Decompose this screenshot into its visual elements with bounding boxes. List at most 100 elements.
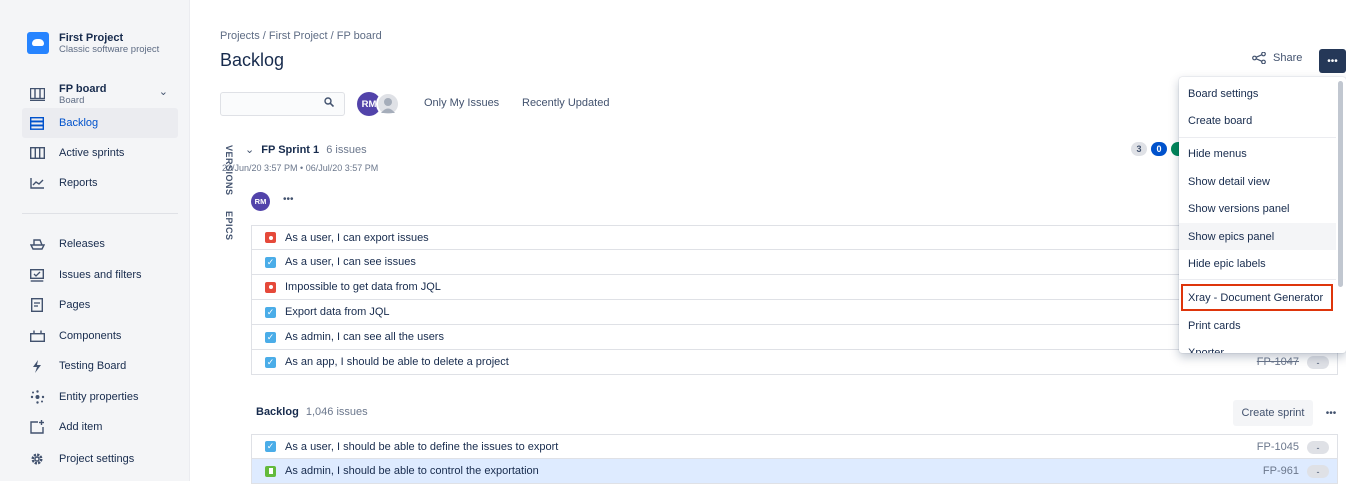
menu-item-xray-document-generator[interactable]: Xray - Document Generator — [1181, 284, 1333, 311]
sidebar-item-entity-properties[interactable]: Entity properties — [22, 382, 178, 412]
sidebar-item-label: Backlog — [59, 117, 99, 129]
menu-item-board-settings[interactable]: Board settings — [1179, 80, 1336, 107]
epics-panel-tab[interactable]: EPICS — [224, 211, 234, 241]
issue-key[interactable]: FP-1045 — [1257, 441, 1299, 453]
backlog-issue-list: ✓ As a user, I should be able to define … — [251, 434, 1338, 484]
menu-item-hide-menus[interactable]: Hide menus — [1179, 140, 1336, 167]
issue-summary: Impossible to get data from JQL — [285, 281, 441, 293]
menu-item-create-board[interactable]: Create board — [1179, 107, 1336, 134]
sidebar-item-testing-board[interactable]: Testing Board — [22, 351, 178, 381]
sidebar-item-label: Add item — [59, 421, 103, 433]
sidebar-item-issues-filters[interactable]: Issues and filters — [22, 260, 178, 290]
bug-icon — [265, 232, 276, 243]
share-button[interactable]: Share — [1252, 52, 1302, 64]
create-sprint-button[interactable]: Create sprint — [1233, 400, 1313, 426]
sidebar-item-label: Project settings — [59, 453, 135, 465]
network-icon — [29, 389, 45, 405]
sidebar-item-label: Releases — [59, 238, 105, 250]
sidebar-item-label: Pages — [59, 299, 91, 311]
sidebar-divider — [22, 213, 178, 214]
sidebar-item-backlog[interactable]: Backlog — [22, 108, 178, 138]
status-badge: 3 — [1131, 142, 1147, 156]
task-icon: ✓ — [265, 256, 276, 268]
sidebar-item-label: Components — [59, 330, 122, 342]
table-row[interactable]: ✓ Export data from JQL — [251, 300, 1338, 325]
add-item-icon — [29, 419, 45, 435]
search-icon — [324, 97, 335, 110]
project-avatar-icon — [27, 32, 49, 54]
table-row[interactable]: ✓ As a user, I can see issues — [251, 250, 1338, 275]
menu-item-xporter[interactable]: Xporter — [1179, 339, 1336, 354]
breadcrumb[interactable]: Projects / First Project / FP board — [220, 30, 382, 42]
sidebar-item-reports[interactable]: Reports — [22, 168, 178, 198]
menu-item-show-versions-panel[interactable]: Show versions panel — [1179, 195, 1336, 222]
unassigned-avatar-icon[interactable] — [376, 92, 400, 116]
backlog-header: Backlog 1,046 issues — [256, 406, 368, 418]
project-name: First Project — [59, 32, 124, 44]
sidebar-item-project-settings[interactable]: Project settings — [22, 444, 178, 474]
chart-icon — [29, 175, 45, 191]
estimate-badge: - — [1307, 356, 1329, 369]
sidebar-item-components[interactable]: Components — [22, 321, 178, 351]
backlog-name: Backlog — [256, 406, 299, 418]
issue-key[interactable]: FP-1047 — [1257, 356, 1299, 368]
ship-icon — [29, 236, 45, 252]
menu-divider — [1179, 279, 1336, 280]
menu-divider — [1179, 137, 1336, 138]
task-icon: ✓ — [265, 356, 276, 368]
sidebar-item-active-sprints[interactable]: Active sprints — [22, 138, 178, 168]
table-row[interactable]: As a user, I can export issues — [251, 225, 1338, 250]
bug-icon — [265, 281, 276, 293]
project-header[interactable]: First Project Classic software project — [27, 32, 159, 55]
table-row[interactable]: ✓ As admin, I can see all the users — [251, 325, 1338, 350]
more-actions-button[interactable]: ••• — [1319, 49, 1346, 73]
story-icon — [265, 465, 276, 477]
sidebar-item-label: Reports — [59, 177, 98, 189]
task-icon: ✓ — [265, 331, 276, 343]
board-name: FP board — [59, 82, 107, 95]
page-icon — [29, 297, 45, 313]
issue-summary: As a user, I can export issues — [285, 231, 429, 244]
sprint-issue-count: 6 issues — [326, 144, 367, 156]
table-row[interactable]: Impossible to get data from JQL — [251, 275, 1338, 300]
issue-summary: As an app, I should be able to delete a … — [285, 356, 509, 368]
status-badge: 0 — [1151, 142, 1167, 156]
board-switcher[interactable]: FP board Board ⌄ — [22, 80, 178, 108]
sidebar-item-label: Testing Board — [59, 360, 127, 372]
assignee-avatar[interactable]: RM — [251, 192, 270, 211]
chevron-down-icon: ⌄ — [245, 144, 255, 156]
share-label: Share — [1273, 52, 1303, 64]
sidebar-item-label: Active sprints — [59, 147, 125, 159]
search-input[interactable] — [220, 92, 345, 116]
filter-recently-updated[interactable]: Recently Updated — [522, 97, 609, 109]
sprint-dates-text: 22/Jun/20 3:57 PM • 06/Jul/20 3:57 PM — [222, 163, 379, 173]
share-icon — [1252, 52, 1266, 64]
table-row[interactable]: As admin, I should be able to control th… — [251, 459, 1338, 484]
estimate-badge: - — [1307, 441, 1329, 454]
backlog-more-button[interactable]: ••• — [1318, 400, 1344, 426]
issue-summary: As admin, I can see all the users — [285, 331, 444, 343]
sidebar-item-add-item[interactable]: Add item — [22, 412, 178, 442]
sidebar-item-pages[interactable]: Pages — [22, 290, 178, 320]
menu-item-show-detail-view[interactable]: Show detail view — [1179, 168, 1336, 195]
sprint-dates: 22/Jun/20 3:57 PM • 06/Jul/20 3:57 PM — [222, 163, 378, 173]
sprint-header[interactable]: ⌄ FP Sprint 1 6 issues — [245, 143, 367, 156]
project-sidebar: First Project Classic software project F… — [0, 0, 190, 481]
issue-summary: As admin, I should be able to control th… — [285, 465, 539, 477]
sidebar-item-releases[interactable]: Releases — [22, 229, 178, 259]
filter-only-my-issues[interactable]: Only My Issues — [424, 97, 499, 109]
menu-item-print-cards[interactable]: Print cards — [1179, 312, 1336, 339]
issue-key[interactable]: FP-961 — [1263, 465, 1299, 477]
task-icon: ✓ — [265, 306, 276, 318]
status-badge — [1171, 142, 1179, 156]
backlog-issue-count: 1,046 issues — [305, 406, 368, 418]
assignee-more-button[interactable]: ••• — [283, 194, 294, 205]
menu-scrollbar[interactable] — [1338, 81, 1343, 287]
table-row[interactable]: ✓ As a user, I should be able to define … — [251, 434, 1338, 459]
sprint-name: FP Sprint 1 — [261, 144, 320, 156]
menu-item-hide-epic-labels[interactable]: Hide epic labels — [1179, 250, 1336, 277]
sidebar-item-label: Entity properties — [59, 391, 139, 403]
columns-icon — [29, 145, 45, 161]
menu-item-show-epics-panel[interactable]: Show epics panel — [1179, 223, 1336, 250]
table-row[interactable]: ✓ As an app, I should be able to delete … — [251, 350, 1338, 375]
